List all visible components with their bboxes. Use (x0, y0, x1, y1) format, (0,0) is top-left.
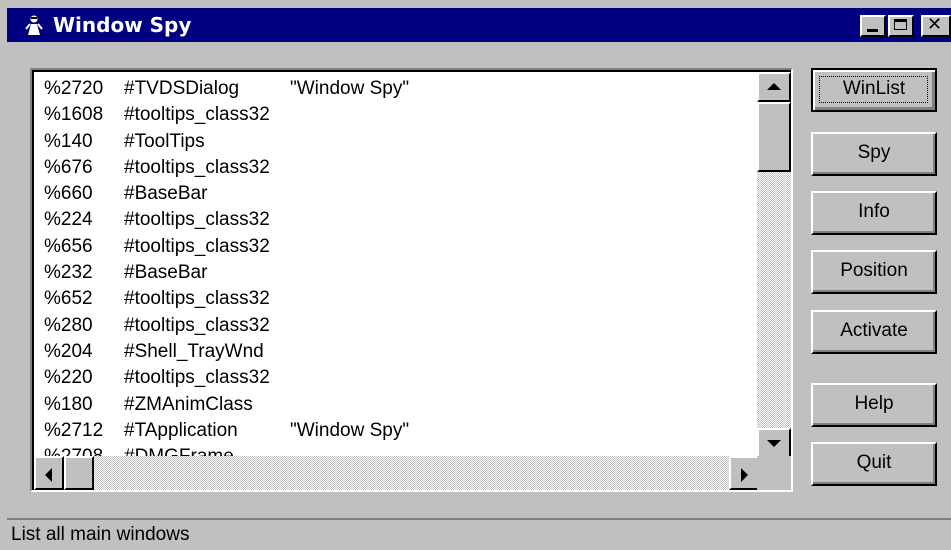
window-handle: %2708 (44, 444, 103, 456)
title-bar[interactable]: Window Spy ✕ (7, 8, 951, 42)
down-arrow-icon (767, 440, 781, 447)
window-title-text: "Window Spy" (290, 78, 410, 99)
scroll-up-button[interactable] (757, 72, 791, 102)
list-item[interactable]: %204 #Shell_TrayWnd (44, 339, 756, 365)
window-list[interactable]: %2720 #TVDSDialog "Window Spy" %1608 #toolti… (44, 76, 756, 456)
window-class: #tooltips_class32 (124, 235, 270, 257)
horizontal-scroll-thumb[interactable] (64, 456, 94, 490)
scroll-right-button[interactable] (729, 456, 759, 490)
help-button[interactable]: Help (811, 383, 937, 427)
list-item[interactable]: %180 #ZMAnimClass (44, 392, 756, 418)
window-class: #Shell_TrayWnd (124, 340, 264, 362)
list-item[interactable]: %224 #tooltips_class32 (44, 207, 756, 233)
right-arrow-icon (741, 468, 748, 482)
scroll-down-button[interactable] (757, 428, 791, 458)
window-handle: %232 (44, 262, 93, 284)
window-handle: %676 (44, 156, 93, 178)
scroll-left-button[interactable] (34, 456, 64, 490)
list-item[interactable]: %2708 #DMGFrame (44, 444, 756, 456)
window-class: #tooltips_class32 (124, 314, 270, 336)
list-item[interactable]: %676 #tooltips_class32 (44, 155, 756, 181)
window-class: #BaseBar (124, 183, 208, 205)
left-arrow-icon (45, 468, 52, 482)
maximize-icon (894, 19, 907, 30)
window-class: #tooltips_class32 (124, 156, 270, 178)
window-handle: %204 (44, 340, 93, 362)
window-spy-dialog: Window Spy ✕ %2720 #TVDSDialog "Window Spy… (0, 0, 951, 550)
window-handle: %660 (44, 183, 93, 205)
close-button[interactable]: ✕ (921, 15, 951, 37)
window-handle: %2720 (44, 78, 104, 99)
vertical-scrollbar[interactable] (757, 72, 791, 458)
window-handle: %656 (44, 235, 93, 257)
spy-figure-icon (23, 14, 45, 36)
window-handle: %652 (44, 288, 93, 310)
window-class: #ZMAnimClass (124, 393, 253, 415)
list-item[interactable]: %140 #ToolTips (44, 129, 756, 155)
window-handle: %220 (44, 367, 93, 389)
status-text: List all main windows (11, 524, 190, 545)
winlist-button[interactable]: WinList (811, 68, 937, 112)
window-class: #ToolTips (124, 130, 205, 152)
list-item[interactable]: %2712 #TApplication "Window Spy" (44, 418, 756, 444)
window-class: #TApplication (124, 419, 238, 441)
close-icon: ✕ (927, 14, 943, 35)
status-bar: List all main windows (7, 518, 951, 550)
window-class: #BaseBar (124, 262, 208, 284)
window-handle: %140 (44, 130, 93, 152)
vertical-scroll-thumb[interactable] (757, 102, 791, 172)
list-item[interactable]: %1608 #tooltips_class32 (44, 102, 756, 128)
list-item[interactable]: %232 #BaseBar (44, 260, 756, 286)
quit-button[interactable]: Quit (811, 442, 937, 486)
activate-button[interactable]: Activate (811, 310, 937, 354)
window-class: #tooltips_class32 (124, 288, 270, 310)
info-button[interactable]: Info (811, 191, 937, 235)
position-button[interactable]: Position (811, 250, 937, 294)
window-handle: %2712 (44, 419, 104, 441)
window-class: #DMGFrame (124, 444, 234, 456)
window-title-text: "Window Spy" (290, 419, 410, 441)
maximize-button[interactable] (888, 15, 914, 37)
scrollbar-corner (757, 456, 791, 490)
list-item[interactable]: %652 #tooltips_class32 (44, 286, 756, 312)
window-handle: %224 (44, 209, 93, 231)
window-title: Window Spy (53, 13, 192, 37)
window-class: #TVDSDialog (124, 78, 240, 99)
list-item[interactable]: %220 #tooltips_class32 (44, 365, 756, 391)
window-handle: %280 (44, 314, 93, 336)
minimize-icon (867, 29, 878, 32)
list-item[interactable]: %660 #BaseBar (44, 181, 756, 207)
minimize-button[interactable] (860, 15, 886, 37)
list-item[interactable]: %656 #tooltips_class32 (44, 234, 756, 260)
up-arrow-icon (767, 83, 781, 90)
window-handle: %180 (44, 393, 93, 415)
window-class: #tooltips_class32 (124, 104, 270, 126)
window-listbox[interactable]: %2720 #TVDSDialog "Window Spy" %1608 #toolti… (30, 68, 793, 492)
horizontal-scrollbar[interactable] (34, 456, 759, 490)
spy-button[interactable]: Spy (811, 132, 937, 176)
list-item[interactable]: %2720 #TVDSDialog "Window Spy" (44, 76, 756, 102)
list-item[interactable]: %280 #tooltips_class32 (44, 313, 756, 339)
window-class: #tooltips_class32 (124, 209, 270, 231)
window-class: #tooltips_class32 (124, 367, 270, 389)
window-handle: %1608 (44, 104, 104, 126)
